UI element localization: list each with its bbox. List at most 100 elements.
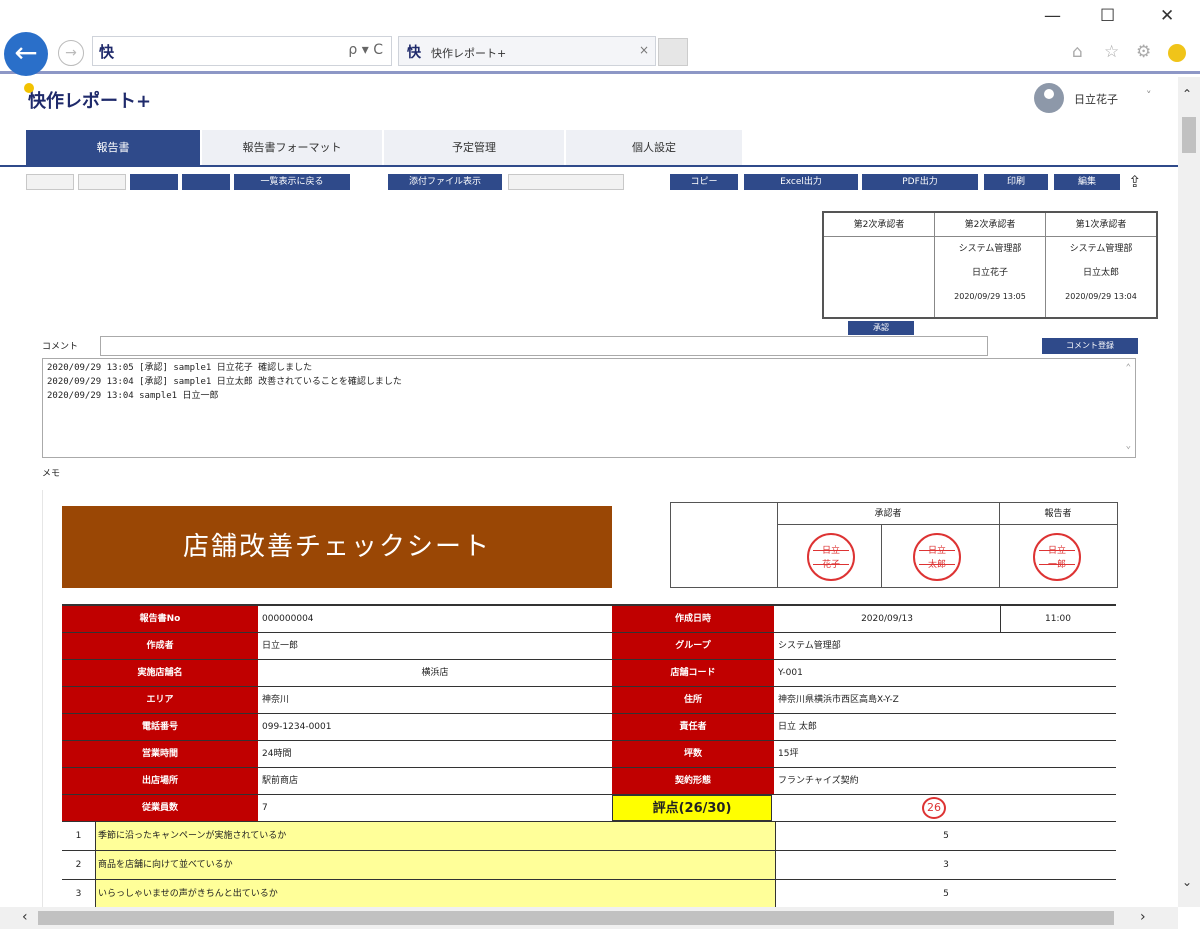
field-value: 15坪 xyxy=(778,749,799,759)
approval-header: 第2次承認者 xyxy=(824,213,934,237)
copy-button[interactable]: コピー xyxy=(670,174,738,190)
field-value: 24時間 xyxy=(262,749,292,759)
field-row: エリア 神奈川 住所 神奈川県横浜市西区高島X-Y-Z xyxy=(62,687,1116,714)
tab-title: 快作レポート+ xyxy=(431,47,507,60)
tab-close-icon[interactable]: × xyxy=(639,43,649,57)
minimize-icon[interactable]: — xyxy=(1044,6,1061,26)
tab-report[interactable]: 報告書 xyxy=(26,130,200,165)
field-value: 駅前商店 xyxy=(262,776,299,786)
field-row: 出店場所 駅前商店 契約形態 フランチャイズ契約 xyxy=(62,768,1116,795)
attachments-button[interactable]: 添付ファイル表示 xyxy=(388,174,502,190)
share-icon[interactable]: ⇪ xyxy=(1128,172,1141,191)
scroll-thumb[interactable] xyxy=(38,911,1114,925)
question-row: 2 商品を店舗に向けて並べているか 3 xyxy=(62,851,1116,880)
divider xyxy=(999,503,1000,587)
prev-button[interactable] xyxy=(26,174,74,190)
question-row: 1 季節に沿ったキャンペーンが実施されているか 5 xyxy=(62,822,1116,851)
report-title: 店舗改善チェックシート xyxy=(62,506,612,588)
forward-button[interactable]: → xyxy=(58,40,84,66)
logo-text: 快作レポート+ xyxy=(28,91,152,112)
app-tabs: 報告書 報告書フォーマット 予定管理 個人設定 xyxy=(0,129,1178,167)
approval-time: 2020/09/29 13:04 xyxy=(1065,292,1137,301)
maximize-icon[interactable]: ☐ xyxy=(1100,6,1115,26)
comment-submit-button[interactable]: コメント登録 xyxy=(1042,338,1138,354)
horizontal-scrollbar[interactable]: ‹ › xyxy=(0,907,1178,929)
pdf-export-button[interactable]: PDF出力 xyxy=(862,174,978,190)
browser-tab[interactable]: 快 快作レポート+ × xyxy=(398,36,656,66)
field-value: 神奈川 xyxy=(262,695,290,705)
seal-top: 日立 xyxy=(1047,546,1066,556)
scroll-left-icon[interactable]: ‹ xyxy=(22,909,28,925)
stamp-box: 承認者 報告者 日立 花子 日立 太郎 日立 一郎 xyxy=(670,502,1118,588)
nav-button-2[interactable] xyxy=(182,174,230,190)
feedback-smiley-icon[interactable] xyxy=(1168,44,1186,62)
tab-schedule[interactable]: 予定管理 xyxy=(384,130,564,165)
field-value: 11:00 xyxy=(1045,614,1071,624)
divider xyxy=(777,503,778,587)
settings-gear-icon[interactable]: ⚙ xyxy=(1136,42,1151,62)
score-label: 評点(26/30) xyxy=(612,795,772,821)
next-button[interactable] xyxy=(78,174,126,190)
seal-stamp: 日立 花子 xyxy=(807,533,855,581)
field-label: 営業時間 xyxy=(62,741,258,767)
print-button[interactable]: 印刷 xyxy=(984,174,1048,190)
comment-label: コメント xyxy=(42,342,79,352)
address-tools[interactable]: ρ ▾ C xyxy=(348,42,383,58)
close-window-icon[interactable]: ✕ xyxy=(1160,6,1174,26)
question-text: 季節に沿ったキャンペーンが実施されているか xyxy=(96,822,776,850)
scroll-up-icon[interactable]: ⌃ xyxy=(1182,87,1192,101)
field-label: 店舗コード xyxy=(612,660,774,686)
comment-input[interactable] xyxy=(100,336,988,356)
field-row: 実施店舗名 横浜店 店舗コード Y-001 xyxy=(62,660,1116,687)
field-label: エリア xyxy=(62,687,258,713)
log-scroll-up-icon[interactable]: ⌃ xyxy=(1126,361,1131,375)
field-label: 電話番号 xyxy=(62,714,258,740)
field-label: 実施店舗名 xyxy=(62,660,258,686)
approval-header: 第2次承認者 xyxy=(935,213,1045,237)
comment-entry: 2020/09/29 13:05 [承認] sample1 日立花子 確認しまし… xyxy=(47,363,313,373)
field-value: システム管理部 xyxy=(778,641,841,651)
tab-report-format[interactable]: 報告書フォーマット xyxy=(202,130,382,165)
field-value: Y-001 xyxy=(778,668,803,678)
seal-mid: 花子 xyxy=(821,560,840,570)
scroll-right-icon[interactable]: › xyxy=(1140,909,1146,925)
field-value: 099-1234-0001 xyxy=(262,722,332,732)
address-bar[interactable]: 快 ρ ▾ C xyxy=(92,36,392,66)
chevron-down-icon: ˅ xyxy=(1146,89,1152,102)
edit-button[interactable]: 編集 xyxy=(1054,174,1120,190)
seal-stamp: 日立 一郎 xyxy=(1033,533,1081,581)
divider xyxy=(881,525,882,587)
field-row: 報告書No 000000004 作成日時 2020/09/13 11:00 xyxy=(62,606,1116,633)
scroll-thumb[interactable] xyxy=(1182,117,1196,153)
favorites-star-icon[interactable]: ☆ xyxy=(1104,42,1119,62)
approve-button[interactable]: 承認 xyxy=(848,321,914,335)
excel-export-button[interactable]: Excel出力 xyxy=(744,174,858,190)
back-button[interactable]: ← xyxy=(4,32,48,76)
question-number: 1 xyxy=(62,822,96,850)
comment-log[interactable]: 2020/09/29 13:05 [承認] sample1 日立花子 確認しまし… xyxy=(42,358,1136,458)
field-row: 営業時間 24時間 坪数 15坪 xyxy=(62,741,1116,768)
vertical-scrollbar[interactable]: ⌃ ⌄ xyxy=(1178,77,1200,907)
nav-button-1[interactable] xyxy=(130,174,178,190)
approval-time xyxy=(824,285,934,309)
home-icon[interactable]: ⌂ xyxy=(1072,42,1083,62)
seal-top: 日立 xyxy=(927,546,946,556)
disabled-button[interactable] xyxy=(508,174,624,190)
scroll-down-icon[interactable]: ⌄ xyxy=(1182,875,1192,889)
question-row: 3 いらっしゃいませの声がきちんと出ているか 5 xyxy=(62,880,1116,909)
app-logo[interactable]: 快作レポート+ xyxy=(24,83,152,113)
tab-personal-settings[interactable]: 個人設定 xyxy=(566,130,742,165)
title-bar: — ☐ ✕ xyxy=(0,0,1200,30)
back-to-list-button[interactable]: 一覧表示に戻る xyxy=(234,174,350,190)
user-name: 日立花子 xyxy=(1074,93,1118,106)
approval-col: 第2次承認者 xyxy=(824,213,935,317)
memo-label: メモ xyxy=(42,469,61,479)
field-label: 坪数 xyxy=(612,741,774,767)
new-tab-button[interactable] xyxy=(658,38,688,66)
browser-navbar: ← → 快 ρ ▾ C 快 快作レポート+ × ⌂ ☆ ⚙ xyxy=(0,30,1200,76)
question-text: 商品を店舗に向けて並べているか xyxy=(96,851,776,879)
seal-mid: 太郎 xyxy=(927,560,946,570)
log-scroll-down-icon[interactable]: ⌄ xyxy=(1126,439,1131,453)
field-label: 作成日時 xyxy=(612,606,774,632)
seal-top: 日立 xyxy=(821,546,840,556)
